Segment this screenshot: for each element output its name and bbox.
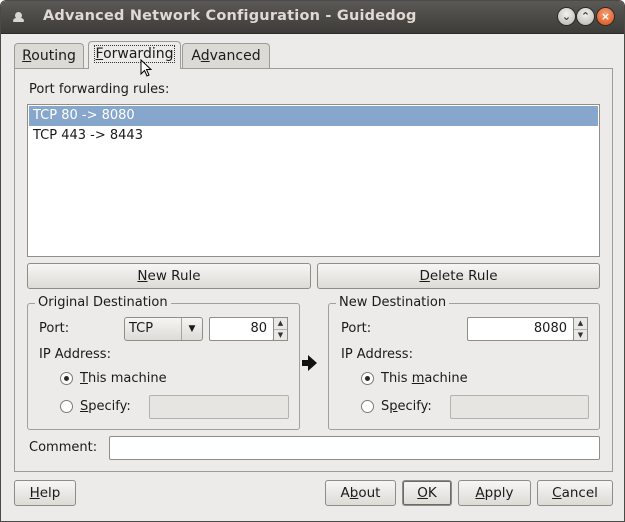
new-specify-label[interactable]: Specify: — [381, 399, 432, 414]
original-specify-label[interactable]: Specify: — [80, 399, 131, 414]
right-arrow-icon — [302, 355, 317, 371]
tab-routing-label: Routing — [22, 48, 76, 64]
tab-advanced[interactable]: Advanced — [182, 43, 270, 69]
spin-up-icon[interactable]: ▲ — [274, 318, 287, 330]
tab-advanced-label: Advanced — [191, 48, 261, 64]
new-this-machine-label[interactable]: This machine — [381, 371, 468, 386]
original-this-machine-radio[interactable] — [60, 372, 73, 385]
tab-forwarding-label: Forwarding — [93, 45, 176, 63]
new-port-stepper[interactable]: ▲ ▼ — [573, 317, 588, 341]
cancel-button[interactable]: Cancel — [537, 480, 613, 506]
new-rule-button[interactable]: New Rule — [27, 263, 311, 289]
rules-list[interactable]: TCP 80 -> 8080 TCP 443 -> 8443 — [27, 104, 600, 257]
spin-down-icon[interactable]: ▼ — [574, 330, 587, 341]
original-specify-radio[interactable] — [60, 400, 73, 413]
list-item[interactable]: TCP 443 -> 8443 — [29, 126, 598, 146]
comment-field[interactable] — [109, 436, 600, 460]
protocol-select[interactable]: TCP ▼ — [124, 317, 203, 341]
apply-button[interactable]: Apply — [458, 480, 531, 506]
mouse-cursor-icon — [140, 59, 153, 77]
original-ip-field[interactable] — [149, 395, 289, 419]
chevron-down-icon: ▼ — [181, 318, 202, 340]
window-title: Advanced Network Configuration - Guidedo… — [43, 8, 417, 24]
help-button[interactable]: Help — [14, 480, 76, 506]
minimize-icon[interactable]: ⌄ — [558, 8, 575, 25]
original-destination-title: Original Destination — [35, 295, 171, 310]
spin-down-icon[interactable]: ▼ — [274, 330, 287, 341]
protocol-value: TCP — [129, 321, 154, 336]
original-ip-label: IP Address: — [39, 347, 111, 362]
new-specify-radio[interactable] — [361, 400, 374, 413]
original-port-field[interactable]: 80 — [209, 317, 274, 341]
tab-routing[interactable]: Routing — [14, 43, 84, 69]
new-port-field[interactable]: 8080 — [467, 317, 574, 341]
ok-button[interactable]: OK — [402, 480, 452, 506]
dialog-window: Advanced Network Configuration - Guidedo… — [0, 0, 625, 522]
rules-label: Port forwarding rules: — [29, 82, 170, 97]
maximize-icon[interactable]: ⌃ — [577, 8, 594, 25]
list-item[interactable]: TCP 80 -> 8080 — [29, 106, 598, 126]
spin-up-icon[interactable]: ▲ — [574, 318, 587, 330]
about-button[interactable]: About — [325, 480, 396, 506]
title-bar[interactable]: Advanced Network Configuration - Guidedo… — [1, 1, 624, 34]
original-this-machine-label[interactable]: This machine — [80, 371, 167, 386]
new-ip-field[interactable] — [450, 395, 589, 419]
delete-rule-button[interactable]: Delete Rule — [317, 263, 600, 289]
original-port-stepper[interactable]: ▲ ▼ — [273, 317, 288, 341]
close-icon[interactable]: × — [597, 8, 614, 25]
new-this-machine-radio[interactable] — [361, 372, 374, 385]
tab-forwarding[interactable]: Forwarding — [88, 41, 181, 69]
window-menu-icon[interactable] — [13, 12, 24, 22]
new-ip-label: IP Address: — [341, 347, 413, 362]
new-destination-title: New Destination — [336, 295, 450, 310]
new-port-label: Port: — [341, 321, 372, 336]
original-port-label: Port: — [39, 321, 70, 336]
comment-label: Comment: — [29, 440, 98, 455]
